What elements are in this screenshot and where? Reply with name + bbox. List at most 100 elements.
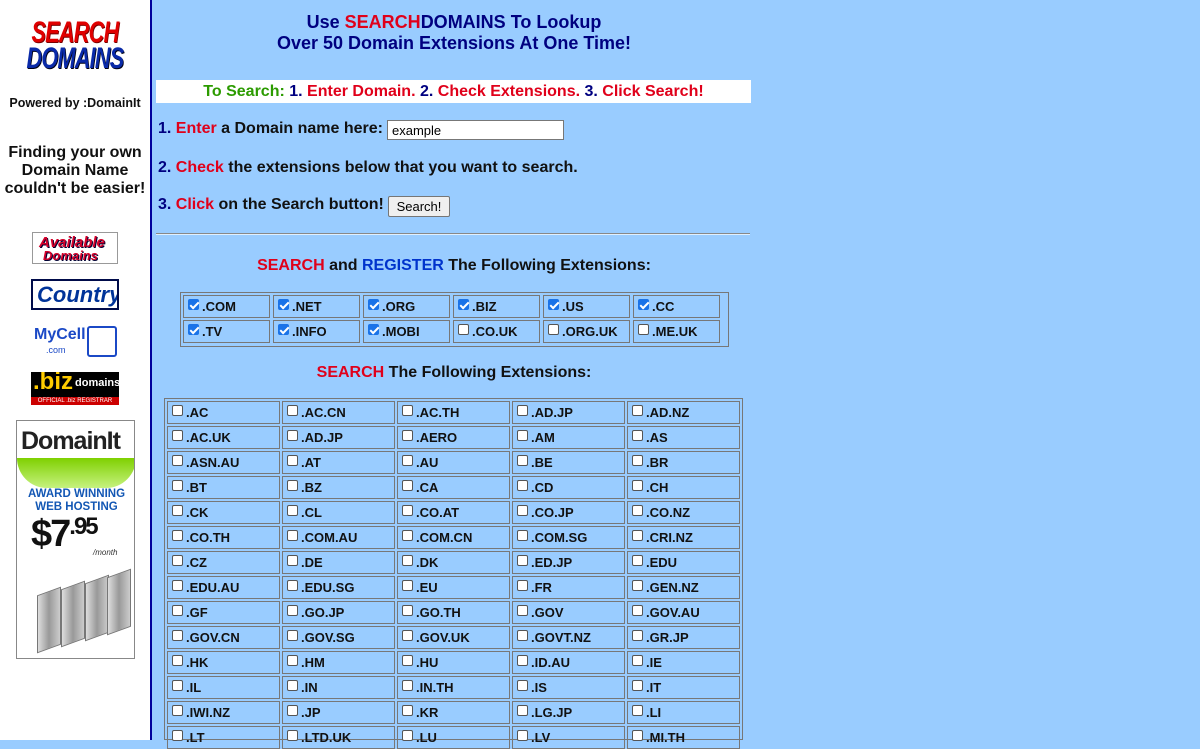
- extension-checkbox[interactable]: [402, 555, 413, 566]
- extension-checkbox[interactable]: [172, 555, 183, 566]
- extension-checkbox[interactable]: [172, 430, 183, 441]
- extension-checkbox[interactable]: [632, 605, 643, 616]
- extension-checkbox[interactable]: [517, 630, 528, 641]
- extension-checkbox[interactable]: [517, 430, 528, 441]
- extension-checkbox[interactable]: [172, 530, 183, 541]
- extension-checkbox[interactable]: [548, 299, 559, 310]
- extension-checkbox[interactable]: [517, 730, 528, 741]
- extension-checkbox[interactable]: [638, 299, 649, 310]
- extension-checkbox[interactable]: [287, 605, 298, 616]
- extension-checkbox[interactable]: [172, 505, 183, 516]
- extension-checkbox[interactable]: [517, 480, 528, 491]
- extension-checkbox[interactable]: [287, 480, 298, 491]
- extension-checkbox[interactable]: [172, 680, 183, 691]
- domainit-hosting-banner[interactable]: DomainIt AWARD WINNING WEB HOSTING $7.95…: [16, 420, 135, 659]
- extension-checkbox[interactable]: [172, 630, 183, 641]
- extension-checkbox[interactable]: [517, 530, 528, 541]
- extension-checkbox[interactable]: [172, 605, 183, 616]
- extension-checkbox[interactable]: [458, 299, 469, 310]
- search-button[interactable]: Search!: [388, 196, 450, 217]
- extension-checkbox[interactable]: [172, 705, 183, 716]
- extension-checkbox[interactable]: [402, 680, 413, 691]
- extension-checkbox[interactable]: [632, 455, 643, 466]
- extension-cell: .CO.NZ: [627, 501, 740, 524]
- extension-checkbox[interactable]: [402, 580, 413, 591]
- extension-checkbox[interactable]: [188, 324, 199, 335]
- extension-checkbox[interactable]: [287, 680, 298, 691]
- extension-checkbox[interactable]: [638, 324, 649, 335]
- extension-checkbox[interactable]: [368, 324, 379, 335]
- extension-checkbox[interactable]: [632, 630, 643, 641]
- extension-checkbox[interactable]: [517, 680, 528, 691]
- extension-checkbox[interactable]: [632, 680, 643, 691]
- extension-checkbox[interactable]: [402, 630, 413, 641]
- biz-domains-banner[interactable]: .biz domains OFFICIAL .biz REGISTRAR: [31, 372, 119, 405]
- extension-checkbox[interactable]: [548, 324, 559, 335]
- extension-checkbox[interactable]: [188, 299, 199, 310]
- extension-label: .AD.NZ: [646, 405, 690, 420]
- extension-checkbox[interactable]: [402, 505, 413, 516]
- extension-checkbox[interactable]: [632, 405, 643, 416]
- extension-checkbox[interactable]: [632, 530, 643, 541]
- extension-checkbox[interactable]: [517, 555, 528, 566]
- extension-checkbox[interactable]: [402, 730, 413, 741]
- extension-checkbox[interactable]: [632, 480, 643, 491]
- extension-checkbox[interactable]: [287, 630, 298, 641]
- extension-cell: .ED.JP: [512, 551, 625, 574]
- extension-checkbox[interactable]: [632, 505, 643, 516]
- extension-checkbox[interactable]: [402, 455, 413, 466]
- extension-checkbox[interactable]: [517, 405, 528, 416]
- extension-checkbox[interactable]: [278, 324, 289, 335]
- extension-checkbox[interactable]: [287, 705, 298, 716]
- extension-checkbox[interactable]: [517, 505, 528, 516]
- extension-checkbox[interactable]: [287, 530, 298, 541]
- extension-checkbox[interactable]: [402, 530, 413, 541]
- extension-checkbox[interactable]: [632, 730, 643, 741]
- extension-checkbox[interactable]: [287, 655, 298, 666]
- extension-checkbox[interactable]: [632, 555, 643, 566]
- extension-checkbox[interactable]: [517, 655, 528, 666]
- extension-checkbox[interactable]: [172, 655, 183, 666]
- extension-checkbox[interactable]: [517, 705, 528, 716]
- extension-checkbox[interactable]: [632, 580, 643, 591]
- extension-checkbox[interactable]: [458, 324, 469, 335]
- extension-checkbox[interactable]: [402, 405, 413, 416]
- extension-checkbox[interactable]: [402, 705, 413, 716]
- extension-checkbox[interactable]: [287, 430, 298, 441]
- extension-checkbox[interactable]: [287, 580, 298, 591]
- search-domains-logo[interactable]: SEARCH DOMAINS: [0, 0, 150, 95]
- extension-cell: .DE: [282, 551, 395, 574]
- country-banner[interactable]: Country: [31, 279, 119, 310]
- server-icon: [37, 586, 61, 654]
- extension-label: .ED.JP: [531, 555, 573, 570]
- available-domains-banner[interactable]: Available Domains: [32, 232, 118, 264]
- extension-checkbox[interactable]: [632, 430, 643, 441]
- extension-checkbox[interactable]: [172, 580, 183, 591]
- extension-checkbox[interactable]: [402, 430, 413, 441]
- extension-checkbox[interactable]: [172, 480, 183, 491]
- extension-checkbox[interactable]: [517, 455, 528, 466]
- extension-cell: .COM.AU: [282, 526, 395, 549]
- extension-checkbox[interactable]: [402, 655, 413, 666]
- extension-checkbox[interactable]: [287, 505, 298, 516]
- extension-checkbox[interactable]: [172, 455, 183, 466]
- domain-name-input[interactable]: [387, 120, 564, 140]
- mycell-banner[interactable]: MyCell .com: [32, 326, 118, 358]
- extension-checkbox[interactable]: [172, 405, 183, 416]
- extension-checkbox[interactable]: [632, 705, 643, 716]
- extension-checkbox[interactable]: [278, 299, 289, 310]
- heading-tail: To Lookup: [510, 12, 602, 32]
- extension-checkbox[interactable]: [287, 730, 298, 741]
- extension-checkbox[interactable]: [287, 405, 298, 416]
- extension-checkbox[interactable]: [287, 555, 298, 566]
- extension-checkbox[interactable]: [172, 730, 183, 741]
- extension-checkbox[interactable]: [402, 605, 413, 616]
- extension-checkbox[interactable]: [368, 299, 379, 310]
- extension-cell: .EDU.SG: [282, 576, 395, 599]
- extension-checkbox[interactable]: [632, 655, 643, 666]
- extension-checkbox[interactable]: [287, 455, 298, 466]
- extension-checkbox[interactable]: [402, 480, 413, 491]
- logo-domains-text: DOMAINS: [26, 42, 125, 75]
- extension-checkbox[interactable]: [517, 580, 528, 591]
- extension-checkbox[interactable]: [517, 605, 528, 616]
